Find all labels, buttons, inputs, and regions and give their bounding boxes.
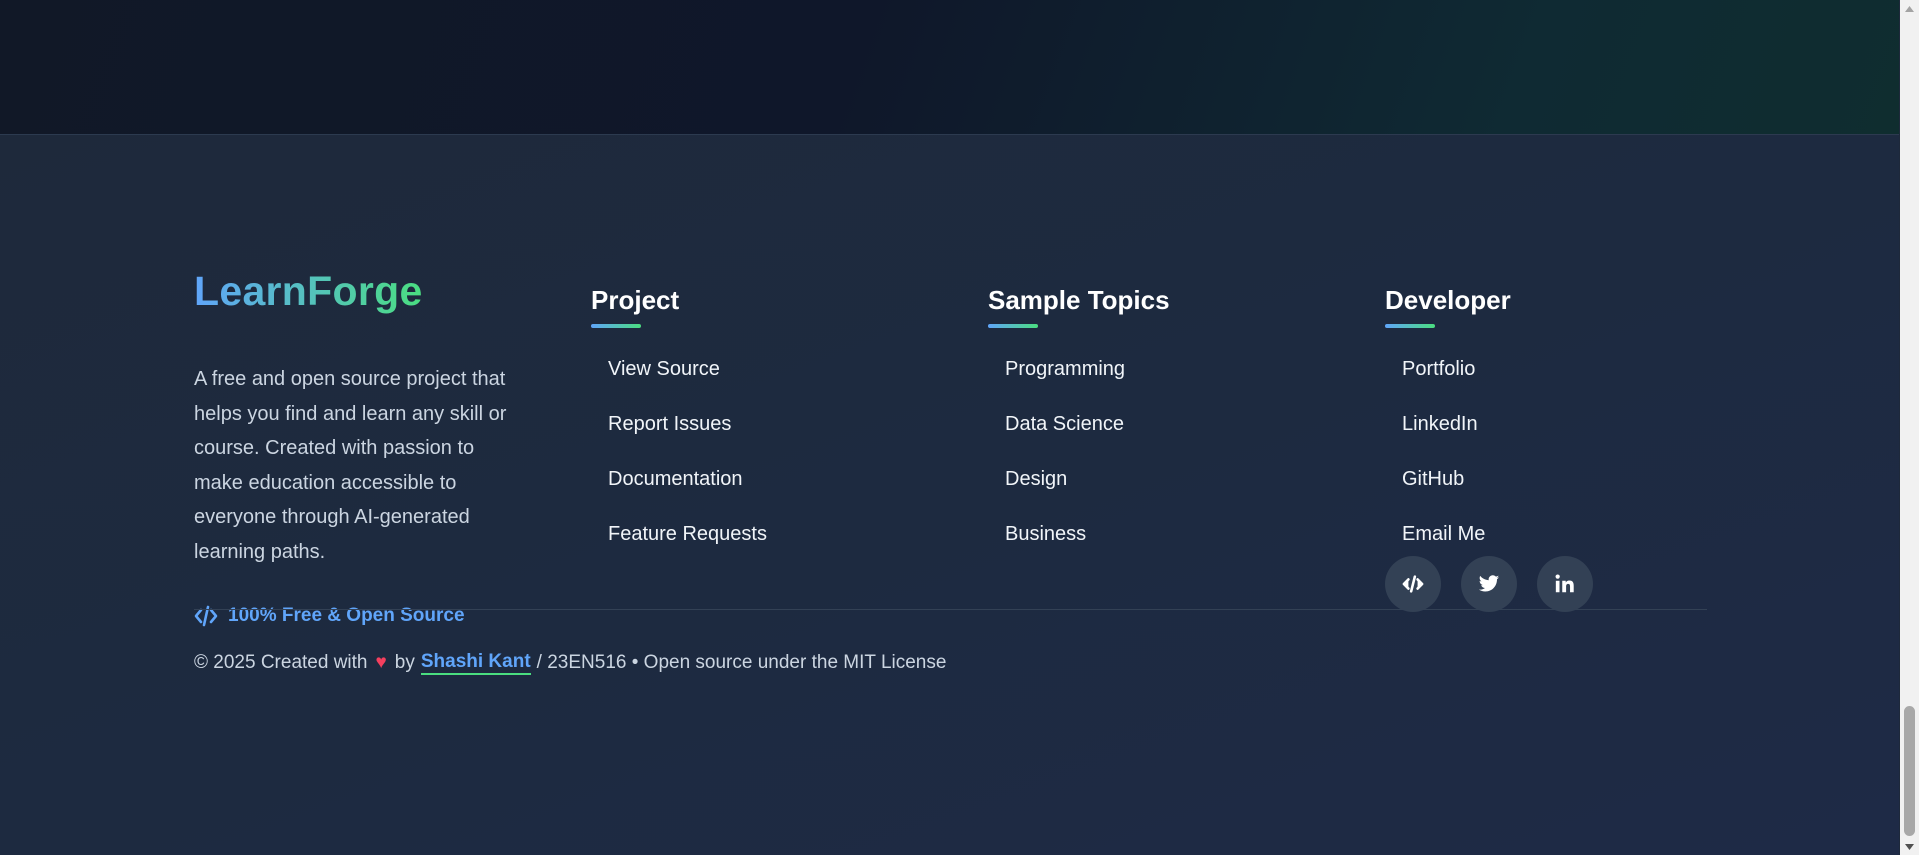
footer-column-title: Project — [591, 285, 680, 315]
footer-brand-description: A free and open source project that help… — [194, 368, 507, 563]
twitter-icon — [1478, 575, 1500, 592]
author-link[interactable]: Shashi Kant — [420, 651, 531, 675]
footer-column-title: Developer — [1385, 285, 1511, 315]
footer-brand-logo[interactable]: LearnForge — [194, 268, 423, 315]
footer-link-documentation[interactable]: Documentation — [608, 465, 767, 520]
scroll-down-arrow-icon[interactable] — [1900, 838, 1919, 855]
footer-column-title: Sample Topics — [988, 285, 1170, 315]
footer-divider — [194, 609, 1707, 610]
footer-link-list: View Source Report Issues Documentation … — [608, 355, 767, 575]
footer-link-portfolio[interactable]: Portfolio — [1402, 355, 1485, 410]
footer-link-report-issues[interactable]: Report Issues — [608, 410, 767, 465]
social-links — [1385, 556, 1593, 612]
social-linkedin-button[interactable] — [1537, 556, 1593, 612]
title-underline — [591, 324, 641, 328]
footer-link-programming[interactable]: Programming — [1005, 355, 1125, 410]
social-twitter-button[interactable] — [1461, 556, 1517, 612]
copyright-prefix: © 2025 Created with — [194, 652, 368, 673]
hero-section-bottom — [0, 0, 1899, 135]
footer-link-linkedin[interactable]: LinkedIn — [1402, 410, 1485, 465]
vertical-scrollbar[interactable] — [1900, 0, 1919, 855]
footer-link-github[interactable]: GitHub — [1402, 465, 1485, 520]
linkedin-icon — [1555, 574, 1574, 593]
heart-icon: ♥ — [375, 652, 387, 673]
copyright-bar: © 2025 Created with ♥ by Shashi Kant / 2… — [194, 651, 946, 675]
footer-link-list: Programming Data Science Design Business — [1005, 355, 1125, 575]
viewport: LearnForge A free and open source projec… — [0, 0, 1919, 855]
footer-column-sample-topics: Sample Topics Programming Data Science D… — [988, 285, 1170, 545]
code-icon — [1402, 575, 1424, 593]
footer-link-design[interactable]: Design — [1005, 465, 1125, 520]
footer-link-data-science[interactable]: Data Science — [1005, 410, 1125, 465]
footer-link-view-source[interactable]: View Source — [608, 355, 767, 410]
social-code-button[interactable] — [1385, 556, 1441, 612]
copyright-suffix: / 23EN516 • Open source under the MIT Li… — [536, 652, 947, 673]
footer-column-project: Project View Source Report Issues Docume… — [591, 285, 767, 545]
footer-link-business[interactable]: Business — [1005, 520, 1125, 575]
site-footer: LearnForge A free and open source projec… — [0, 135, 1899, 855]
footer-column-developer: Developer Portfolio LinkedIn GitHub Emai… — [1385, 285, 1511, 545]
copyright-by: by — [394, 652, 415, 673]
footer-link-list: Portfolio LinkedIn GitHub Email Me — [1402, 355, 1485, 575]
scroll-up-arrow-icon[interactable] — [1900, 0, 1919, 17]
title-underline — [1385, 324, 1435, 328]
page: LearnForge A free and open source projec… — [0, 0, 1899, 855]
footer-link-feature-requests[interactable]: Feature Requests — [608, 520, 767, 575]
title-underline — [988, 324, 1038, 328]
scrollbar-thumb[interactable] — [1904, 706, 1915, 836]
